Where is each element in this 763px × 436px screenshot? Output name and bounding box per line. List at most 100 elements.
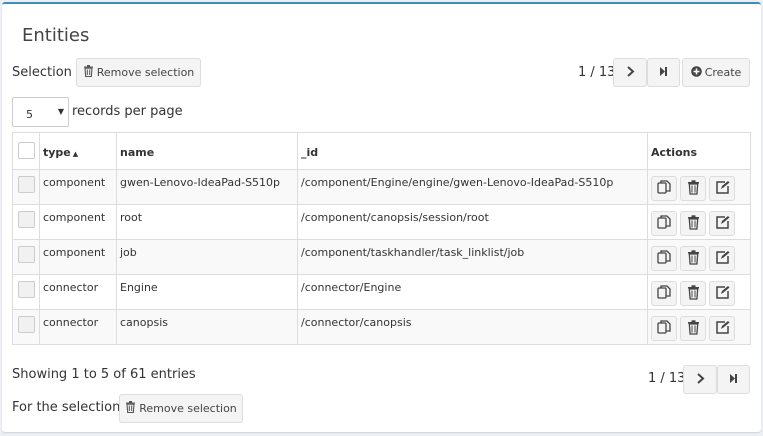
table-row[interactable]: component root/component/canopsis/session… bbox=[12, 204, 751, 240]
name-header[interactable]: name bbox=[116, 132, 298, 170]
edit-icon bbox=[715, 250, 730, 268]
records-per-page-value: 5 bbox=[26, 108, 33, 121]
actions-cell bbox=[647, 309, 751, 345]
edit-button[interactable] bbox=[709, 316, 735, 341]
delete-button[interactable] bbox=[680, 281, 706, 306]
trash-icon bbox=[687, 319, 700, 338]
actions-cell bbox=[647, 169, 751, 205]
edit-button[interactable] bbox=[709, 281, 735, 306]
sort-asc-icon: ▲ bbox=[72, 150, 79, 158]
copy-icon bbox=[657, 180, 671, 197]
trash-icon bbox=[687, 214, 700, 233]
copy-icon bbox=[657, 215, 671, 232]
remove-selection-label: Remove selection bbox=[139, 402, 237, 415]
row-checkbox[interactable] bbox=[18, 211, 35, 228]
table-row[interactable]: component job/component/taskhandler/task_… bbox=[12, 239, 751, 275]
edit-button[interactable] bbox=[709, 176, 735, 201]
remove-selection-button[interactable]: Remove selection bbox=[76, 58, 201, 87]
name-cell: job bbox=[116, 239, 298, 275]
type-cell: component bbox=[39, 239, 117, 275]
actions-header: Actions bbox=[647, 132, 751, 170]
row-select-cell bbox=[12, 169, 40, 205]
id-cell: /component/taskhandler/task_linklist/job bbox=[297, 239, 648, 275]
delete-button[interactable] bbox=[680, 211, 706, 236]
copy-icon bbox=[657, 320, 671, 337]
id-header-label: _id bbox=[301, 146, 319, 159]
type-header[interactable]: type ▲ bbox=[39, 132, 117, 170]
id-header[interactable]: _id bbox=[297, 132, 648, 170]
copy-icon bbox=[657, 285, 671, 302]
type-header-label: type bbox=[43, 146, 71, 159]
table-row[interactable]: connector canopsis/connector/canopsis bbox=[12, 309, 751, 345]
type-cell: connector bbox=[39, 274, 117, 310]
type-cell: component bbox=[39, 204, 117, 240]
footer-pager-text: 1 / 13 bbox=[648, 371, 686, 386]
table-header-row: type ▲ name _id Actions bbox=[12, 132, 751, 170]
duplicate-button[interactable] bbox=[651, 281, 677, 306]
select-all-checkbox[interactable] bbox=[18, 142, 35, 159]
plus-circle-icon bbox=[690, 65, 702, 80]
trash-icon bbox=[687, 284, 700, 303]
pager-text: 1 / 13 bbox=[578, 65, 616, 80]
row-checkbox[interactable] bbox=[18, 316, 35, 333]
id-cell: /component/canopsis/session/root bbox=[297, 204, 648, 240]
id-cell: /component/Engine/engine/gwen-Lenovo-Ide… bbox=[297, 169, 648, 205]
next-page-button[interactable] bbox=[613, 58, 647, 87]
step-forward-icon bbox=[729, 373, 738, 387]
last-page-button[interactable] bbox=[647, 58, 680, 87]
copy-icon bbox=[657, 250, 671, 267]
actions-cell bbox=[647, 239, 751, 275]
duplicate-button[interactable] bbox=[651, 246, 677, 271]
edit-button[interactable] bbox=[709, 246, 735, 271]
remove-selection-label: Remove selection bbox=[96, 66, 195, 79]
duplicate-button[interactable] bbox=[651, 211, 677, 236]
actions-cell bbox=[647, 274, 751, 310]
row-select-cell bbox=[12, 274, 40, 310]
actions-header-label: Actions bbox=[651, 146, 697, 159]
duplicate-button[interactable] bbox=[651, 176, 677, 201]
actions-cell bbox=[647, 204, 751, 240]
row-checkbox[interactable] bbox=[18, 246, 35, 263]
delete-button[interactable] bbox=[680, 246, 706, 271]
selection-label: Selection : bbox=[12, 65, 81, 80]
create-button[interactable]: Create bbox=[682, 58, 750, 87]
id-cell: /connector/Engine bbox=[297, 274, 648, 310]
delete-button[interactable] bbox=[680, 316, 706, 341]
panel-title: Entities bbox=[22, 25, 90, 46]
edit-icon bbox=[715, 285, 730, 303]
edit-button[interactable] bbox=[709, 211, 735, 236]
showing-entries-text: Showing 1 to 5 of 61 entries bbox=[12, 367, 196, 382]
name-cell: root bbox=[116, 204, 298, 240]
row-select-cell bbox=[12, 309, 40, 345]
table-row[interactable]: component gwen-Lenovo-IdeaPad-S510p/compo… bbox=[12, 169, 751, 205]
chevron-right-icon bbox=[696, 372, 705, 387]
delete-button[interactable] bbox=[680, 176, 706, 201]
type-cell: connector bbox=[39, 309, 117, 345]
row-checkbox[interactable] bbox=[18, 176, 35, 193]
select-all-cell bbox=[12, 132, 40, 170]
step-forward-icon bbox=[659, 66, 668, 80]
row-select-cell bbox=[12, 204, 40, 240]
table-row[interactable]: connector Engine/connector/Engine bbox=[12, 274, 751, 310]
footer-next-page-button[interactable] bbox=[683, 365, 717, 394]
entities-panel: Entities Selection : Remove selection 1 … bbox=[2, 2, 761, 432]
for-the-selection-label: For the selection : bbox=[12, 400, 129, 415]
footer-last-page-button[interactable] bbox=[717, 365, 750, 394]
name-cell: gwen-Lenovo-IdeaPad-S510p bbox=[116, 169, 298, 205]
create-label: Create bbox=[704, 66, 742, 79]
duplicate-button[interactable] bbox=[651, 316, 677, 341]
name-cell: Engine bbox=[116, 274, 298, 310]
row-select-cell bbox=[12, 239, 40, 275]
trash-icon bbox=[83, 65, 94, 80]
caret-down-icon: ▼ bbox=[57, 107, 64, 116]
edit-icon bbox=[715, 215, 730, 233]
trash-icon bbox=[687, 179, 700, 198]
trash-icon bbox=[125, 401, 136, 416]
id-cell: /connector/canopsis bbox=[297, 309, 648, 345]
type-cell: component bbox=[39, 169, 117, 205]
row-checkbox[interactable] bbox=[18, 281, 35, 298]
name-cell: canopsis bbox=[116, 309, 298, 345]
records-per-page-select[interactable]: 5 ▼ bbox=[12, 97, 69, 127]
edit-icon bbox=[715, 180, 730, 198]
footer-remove-selection-button[interactable]: Remove selection bbox=[119, 394, 243, 423]
